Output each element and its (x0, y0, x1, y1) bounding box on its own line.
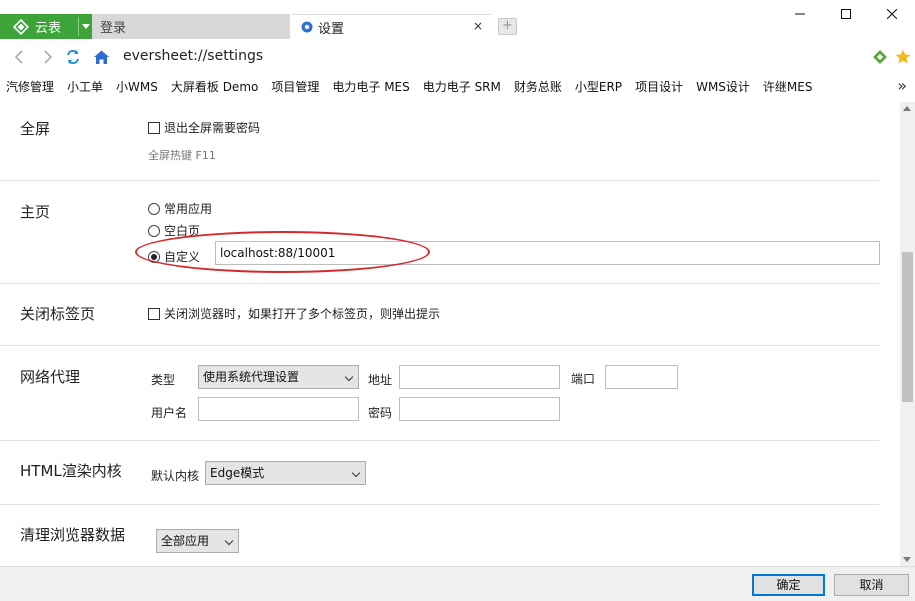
address-bar: eversheet://settings (0, 40, 915, 72)
render-kernel-label: 默认内核 (151, 469, 200, 483)
render-kernel-value: Edge模式 (210, 466, 265, 480)
star-icon[interactable] (895, 49, 911, 65)
fullscreen-password-checkbox[interactable]: 退出全屏需要密码 (148, 119, 260, 136)
refresh-icon[interactable] (65, 49, 81, 65)
chevron-down-icon (224, 536, 234, 546)
bookmark-item[interactable]: 许继MES (763, 78, 813, 95)
proxy-password-label: 密码 (368, 406, 393, 420)
homepage-option-label: 常用应用 (164, 202, 213, 216)
scrollbar-thumb[interactable] (902, 252, 913, 402)
app-button-divider (78, 17, 79, 36)
homepage-option-label: 空白页 (164, 224, 201, 238)
homepage-custom-url-input[interactable]: localhost:88/10001 (215, 241, 880, 265)
proxy-type-label: 类型 (151, 373, 176, 387)
clear-data-scope-select[interactable]: 全部应用 (156, 529, 239, 553)
settings-content: 全屏 退出全屏需要密码 全屏热键 F11 主页 常用应用 空白页 自定义 loc… (0, 102, 900, 566)
close-window-button[interactable] (869, 0, 915, 28)
forward-icon[interactable] (39, 49, 55, 65)
close-icon (887, 9, 897, 19)
proxy-username-input[interactable] (198, 397, 359, 421)
tab-login-label: 登录 (100, 21, 127, 36)
bookmark-item[interactable]: WMS设计 (696, 78, 750, 95)
tab-settings[interactable]: 设置 (292, 14, 492, 39)
vertical-scrollbar[interactable] (900, 102, 915, 566)
maximize-button[interactable] (823, 0, 869, 28)
checkbox-box[interactable] (148, 307, 160, 320)
home-icon[interactable] (93, 49, 109, 65)
section-divider (0, 283, 879, 284)
bookmark-item[interactable]: 财务总账 (514, 78, 562, 95)
proxy-username-label: 用户名 (151, 406, 188, 420)
proxy-password-input[interactable] (399, 397, 560, 421)
proxy-port-input[interactable] (605, 365, 678, 389)
ok-button[interactable]: 确定 (752, 574, 825, 596)
bookmark-item[interactable]: 项目设计 (635, 78, 683, 95)
bookmarks-more-icon[interactable]: » (897, 76, 907, 95)
bookmark-item[interactable]: 项目管理 (271, 78, 319, 95)
radio-button[interactable] (148, 202, 160, 215)
proxy-type-value: 使用系统代理设置 (203, 370, 300, 384)
section-title-homepage: 主页 (20, 203, 51, 221)
app-menu-button[interactable]: 云表 (0, 14, 92, 39)
tab-settings-label: 设置 (318, 21, 345, 37)
bookmark-item[interactable]: 电力电子 MES (332, 78, 409, 95)
maximize-icon (841, 9, 851, 19)
checkbox-box[interactable] (148, 121, 160, 134)
title-bar: 云表 登录 设置 × + (0, 0, 915, 40)
homepage-option-label: 自定义 (164, 250, 201, 264)
bookmark-item[interactable]: 汽修管理 (6, 78, 54, 95)
gear-icon (300, 20, 314, 34)
radio-button[interactable] (148, 224, 160, 237)
proxy-type-select[interactable]: 使用系统代理设置 (198, 365, 359, 389)
chevron-down-icon (344, 372, 354, 382)
section-title-close-tabs: 关闭标签页 (20, 305, 96, 323)
section-title-proxy: 网络代理 (20, 368, 81, 386)
homepage-option-custom[interactable]: 自定义 (148, 248, 200, 265)
fullscreen-hotkey-hint: 全屏热键 F11 (148, 149, 216, 162)
bookmark-item[interactable]: 小工单 (67, 78, 103, 95)
bookmark-item[interactable]: 小WMS (116, 78, 158, 95)
bookmark-item[interactable]: 大屏看板 Demo (171, 78, 258, 95)
radio-button-selected[interactable] (148, 250, 160, 263)
section-title-fullscreen: 全屏 (20, 120, 51, 138)
back-icon[interactable] (12, 49, 28, 65)
minimize-button[interactable] (777, 0, 823, 28)
minimize-icon (795, 13, 805, 15)
new-tab-button[interactable]: + (498, 18, 517, 35)
cancel-button[interactable]: 取消 (834, 574, 909, 596)
app-logo-icon (12, 18, 30, 35)
proxy-address-label: 地址 (368, 373, 393, 387)
chevron-down-icon (351, 468, 361, 478)
proxy-port-label: 端口 (571, 372, 596, 386)
bookmark-item[interactable]: 电力电子 SRM (423, 78, 501, 95)
bookmark-item[interactable]: 小型ERP (575, 78, 622, 95)
section-title-clear-data: 清理浏览器数据 (20, 526, 126, 544)
dialog-footer: 确定 取消 (0, 566, 915, 601)
close-tabs-warning-label: 关闭浏览器时，如果打开了多个标签页，则弹出提示 (164, 307, 441, 321)
scroll-down-icon[interactable] (903, 557, 911, 562)
section-title-render-kernel: HTML渲染内核 (20, 462, 122, 480)
tab-login[interactable]: 登录 (92, 14, 290, 39)
section-divider (0, 440, 879, 441)
section-divider (0, 180, 879, 181)
fullscreen-password-label: 退出全屏需要密码 (164, 121, 261, 135)
render-kernel-select[interactable]: Edge模式 (205, 461, 366, 485)
close-tabs-warning-checkbox[interactable]: 关闭浏览器时，如果打开了多个标签页，则弹出提示 (148, 305, 440, 322)
address-url[interactable]: eversheet://settings (123, 48, 263, 64)
proxy-address-input[interactable] (399, 365, 560, 389)
homepage-option-blank[interactable]: 空白页 (148, 222, 200, 239)
app-name: 云表 (35, 21, 62, 36)
extension-icon[interactable] (872, 49, 888, 65)
chevron-down-icon[interactable] (82, 24, 90, 29)
section-divider (0, 504, 879, 505)
homepage-option-apps[interactable]: 常用应用 (148, 200, 212, 217)
close-tab-icon[interactable]: × (472, 20, 484, 32)
bookmarks-bar: 汽修管理 小工单 小WMS 大屏看板 Demo 项目管理 电力电子 MES 电力… (0, 73, 915, 99)
scroll-up-icon[interactable] (903, 106, 911, 111)
clear-data-scope-value: 全部应用 (161, 534, 210, 548)
section-divider (0, 345, 879, 346)
